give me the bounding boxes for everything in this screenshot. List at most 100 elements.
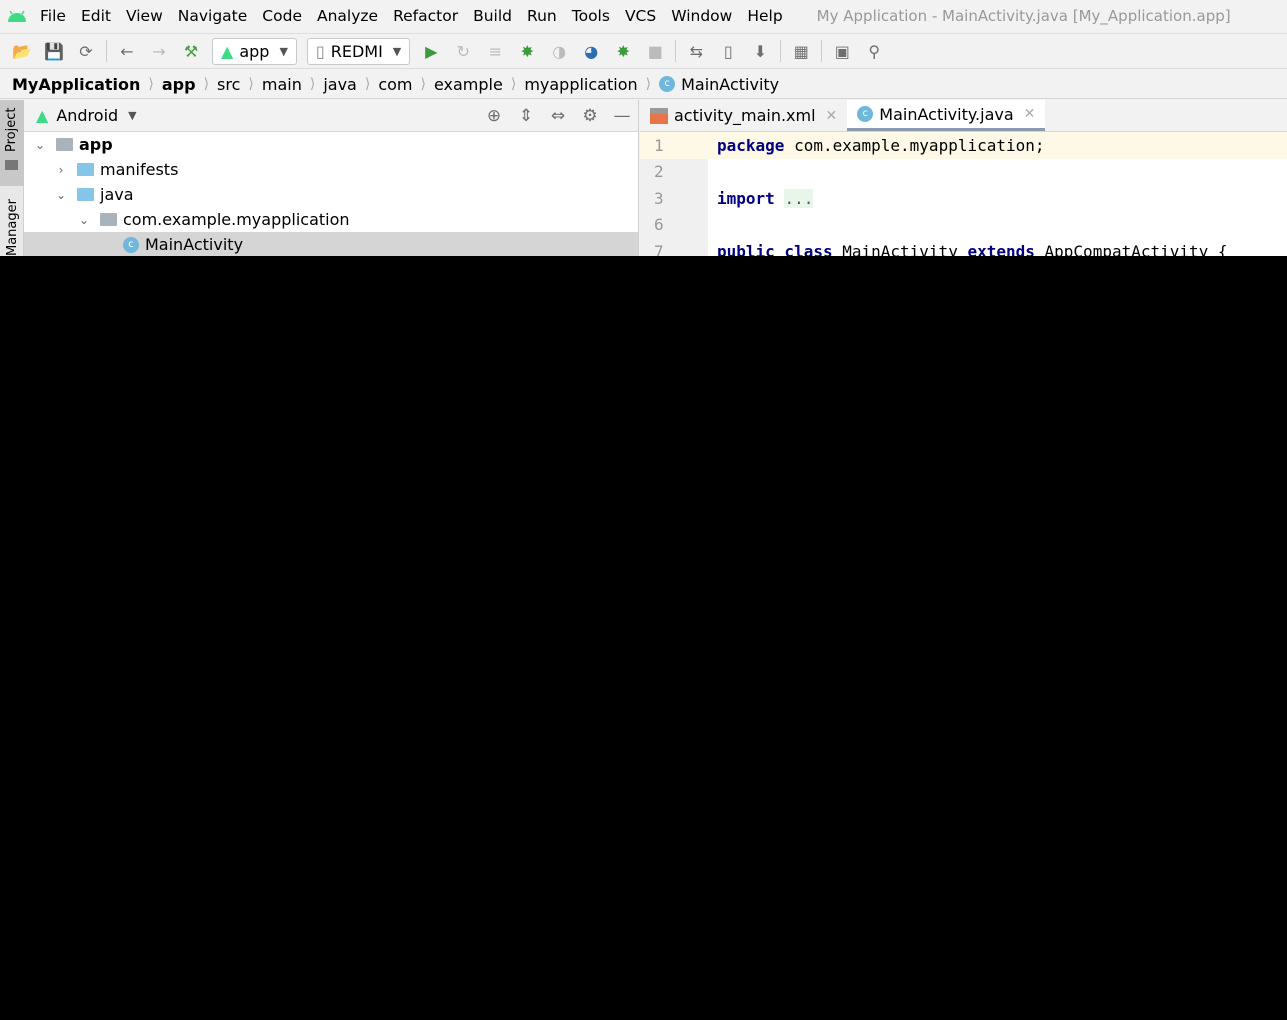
keyword: public class — [717, 241, 833, 256]
chevron-down-icon[interactable]: ▼ — [128, 109, 136, 122]
sdk-manager-icon[interactable]: ⬇ — [749, 40, 771, 62]
breadcrumb-item[interactable]: example — [434, 75, 503, 94]
code-line: 6 — [640, 211, 1287, 238]
code-lines[interactable]: 1 package com.example.myapplication; 2 3i… — [640, 132, 1287, 256]
tree-item-label: com.example.myapplication — [123, 210, 350, 229]
phone-icon: ▯ — [315, 41, 325, 61]
apply-code-changes-icon[interactable]: ≡ — [484, 40, 506, 62]
gradle-sync-icon[interactable]: ⇆ — [685, 40, 707, 62]
tree-item-label: MainActivity — [145, 235, 244, 254]
breadcrumb-item[interactable]: com — [378, 75, 412, 94]
menu-refactor[interactable]: Refactor — [393, 7, 458, 25]
save-icon[interactable]: 💾 — [43, 40, 65, 62]
menu-tools[interactable]: Tools — [572, 7, 610, 25]
main-toolbar: 📂 💾 ⟳ ← → ⚒ ▲ app ▼ ▯ REDMI ▼ ▶ ↻ ≡ ✸ ◑ ◕ ✸ … — [0, 33, 1287, 69]
project-view-select[interactable]: Android — [56, 106, 118, 125]
code-text: MainActivity — [832, 241, 968, 256]
code-text: AppCompatActivity { — [1034, 241, 1228, 256]
menu-vcs[interactable]: VCS — [625, 7, 656, 25]
divider — [675, 40, 677, 62]
breadcrumb: MyApplication ⟩ app ⟩ src ⟩ main ⟩ java ⟩ com… — [0, 70, 1287, 99]
breadcrumb-item[interactable]: java — [323, 75, 357, 94]
folder-icon — [77, 188, 94, 201]
chevron-right-icon: ⟩ — [203, 76, 210, 92]
menu-navigate[interactable]: Navigate — [178, 7, 248, 25]
android-logo-icon — [8, 10, 26, 22]
stop-icon[interactable]: ■ — [644, 40, 666, 62]
close-icon[interactable]: ✕ — [826, 108, 838, 124]
tree-item-package[interactable]: ⌄ com.example.myapplication — [24, 207, 638, 232]
tab-label: activity_main.xml — [674, 106, 816, 125]
breadcrumb-item[interactable]: myapplication — [524, 75, 637, 94]
menu-window[interactable]: Window — [671, 7, 732, 25]
folder-icon — [5, 160, 18, 170]
close-icon[interactable]: ✕ — [1024, 106, 1036, 122]
project-tool-button[interactable]: Project — [0, 100, 24, 186]
menu-help[interactable]: Help — [747, 7, 782, 25]
project-structure-icon[interactable]: ▦ — [790, 40, 812, 62]
tree-item-mainactivity[interactable]: c MainActivity — [24, 232, 638, 256]
collapse-all-icon[interactable]: ⇔ — [542, 106, 574, 126]
breadcrumb-item[interactable]: MainActivity — [681, 75, 779, 94]
breadcrumb-item[interactable]: MyApplication — [12, 75, 140, 94]
menu-view[interactable]: View — [126, 7, 163, 25]
chevron-down-icon[interactable]: ⌄ — [30, 138, 50, 152]
tree-item-java[interactable]: ⌄ java — [24, 182, 638, 207]
menu-file[interactable]: File — [40, 7, 66, 25]
device-select[interactable]: ▯ REDMI ▼ — [306, 37, 411, 65]
folded-imports[interactable]: ... — [784, 188, 814, 208]
breadcrumb-item[interactable]: src — [217, 75, 240, 94]
class-icon: c — [123, 236, 139, 253]
breadcrumb-item[interactable]: main — [262, 75, 302, 94]
menu-build[interactable]: Build — [473, 7, 512, 25]
code-editor: activity_main.xml ✕ c MainActivity.java ✕ 1… — [640, 100, 1287, 256]
gear-icon[interactable]: ⚙ — [574, 106, 606, 126]
line-number: 6 — [640, 211, 708, 238]
keyword: package — [717, 135, 785, 155]
project-panel: ▲ Android ▼ ⊕ ⇕ ⇔ ⚙ — ⌄ app › manifests ⌄ j… — [24, 100, 639, 256]
code-text: com.example.myapplication; — [784, 135, 1045, 155]
chevron-down-icon[interactable]: ⌄ — [74, 213, 94, 227]
tab-activity-main-xml[interactable]: activity_main.xml ✕ — [640, 100, 847, 131]
tree-item-manifests[interactable]: › manifests — [24, 157, 638, 182]
run-config-select[interactable]: ▲ app ▼ — [212, 37, 297, 65]
resource-manager-tool-button[interactable]: Manager — [5, 199, 20, 256]
search-icon[interactable]: ⚲ — [863, 40, 885, 62]
locate-icon[interactable]: ⊕ — [478, 106, 510, 126]
keyword: extends — [967, 241, 1035, 256]
editor-tabs: activity_main.xml ✕ c MainActivity.java ✕ — [640, 100, 1287, 132]
menu-code[interactable]: Code — [262, 7, 302, 25]
xml-file-icon — [650, 107, 668, 124]
menu-run[interactable]: Run — [527, 7, 557, 25]
build-hammer-icon[interactable]: ⚒ — [180, 40, 202, 62]
sync-icon[interactable]: ⟳ — [75, 40, 97, 62]
device-manager-icon[interactable]: ▣ — [831, 40, 853, 62]
minimize-icon[interactable]: — — [606, 106, 638, 126]
line-number: 3 — [640, 185, 708, 212]
back-icon[interactable]: ← — [116, 40, 138, 62]
keyword: import — [717, 188, 775, 208]
tree-item-app[interactable]: ⌄ app — [24, 132, 638, 157]
avd-manager-icon[interactable]: ▯ — [717, 40, 739, 62]
expand-all-icon[interactable]: ⇕ — [510, 106, 542, 126]
menu-edit[interactable]: Edit — [81, 7, 111, 25]
chevron-right-icon[interactable]: › — [51, 163, 71, 177]
module-folder-icon — [56, 138, 73, 151]
attach-debugger-icon[interactable]: ✸ — [612, 40, 634, 62]
chevron-down-icon: ▼ — [392, 44, 402, 58]
tab-mainactivity-java[interactable]: c MainActivity.java ✕ — [847, 100, 1046, 131]
coverage-icon[interactable]: ◑ — [548, 40, 570, 62]
forward-icon[interactable]: → — [148, 40, 170, 62]
chevron-right-icon: ⟩ — [510, 76, 517, 92]
chevron-right-icon: ⟩ — [148, 76, 154, 92]
profile-icon[interactable]: ◕ — [580, 40, 602, 62]
open-folder-icon[interactable]: 📂 — [11, 40, 33, 62]
window-title: My Application - MainActivity.java [My_A… — [816, 6, 1231, 25]
run-icon[interactable]: ▶ — [420, 40, 442, 62]
menu-analyze[interactable]: Analyze — [317, 7, 378, 25]
line-number: 2 — [640, 158, 708, 185]
apply-changes-icon[interactable]: ↻ — [452, 40, 474, 62]
debug-icon[interactable]: ✸ — [516, 40, 538, 62]
breadcrumb-item[interactable]: app — [162, 75, 196, 94]
chevron-down-icon[interactable]: ⌄ — [51, 188, 71, 202]
